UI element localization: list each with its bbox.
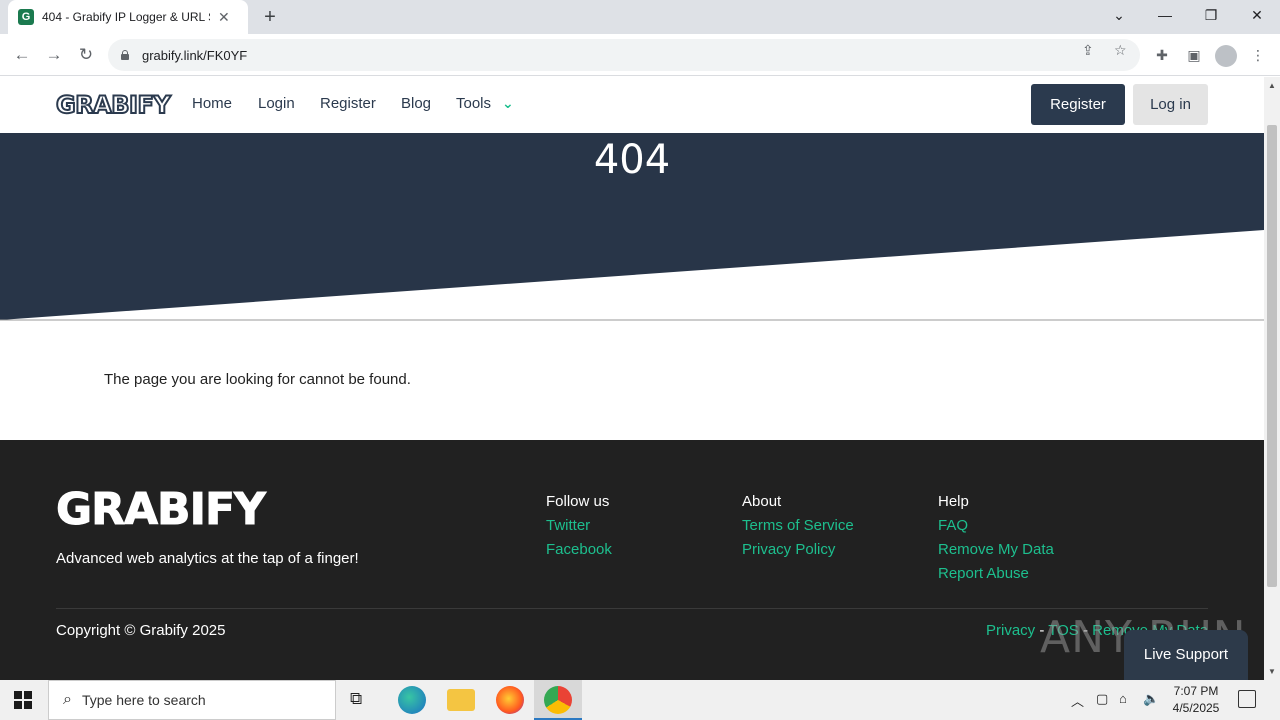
grabify-logo[interactable]: GRABIFY <box>55 90 172 120</box>
edge-browser-icon[interactable] <box>398 686 426 714</box>
tab-title: 404 - Grabify IP Logger & URL Shortener <box>42 10 210 24</box>
footer-logo[interactable]: GRABIFY <box>56 484 267 536</box>
register-button[interactable]: Register <box>1031 84 1125 125</box>
back-arrow-icon[interactable]: ← <box>10 43 34 67</box>
task-view-icon[interactable]: ⧉ <box>350 689 362 709</box>
browser-tab[interactable]: G 404 - Grabify IP Logger & URL Shortene… <box>8 0 248 34</box>
taskbar-clock[interactable]: 7:07 PM 4/5/2025 <box>1168 683 1224 717</box>
address-bar[interactable]: grabify.link/FK0YF <box>108 39 1140 71</box>
minimize-button[interactable]: — <box>1142 0 1188 30</box>
twitter-link[interactable]: Twitter <box>546 517 590 534</box>
follow-us-heading: Follow us <box>546 493 610 510</box>
menu-kebab-icon[interactable]: ⋮ <box>1248 45 1268 65</box>
not-found-message: The page you are looking for cannot be f… <box>104 371 411 388</box>
site-header: GRABIFY Home Login Register Blog Tools ⌄… <box>0 77 1264 133</box>
nav-home-link[interactable]: Home <box>192 95 232 112</box>
clock-time: 7:07 PM <box>1173 684 1219 698</box>
chrome-icon[interactable] <box>544 686 572 714</box>
bookmark-star-icon[interactable]: ☆ <box>1114 42 1127 59</box>
footer-divider <box>56 608 1208 609</box>
page-scrollbar[interactable]: ▲ ▼ <box>1264 77 1280 680</box>
restore-button[interactable]: ❐ <box>1188 0 1234 30</box>
firefox-icon[interactable] <box>496 686 524 714</box>
browser-tab-strip: G 404 - Grabify IP Logger & URL Shortene… <box>0 0 1280 34</box>
tab-search-chevron-icon[interactable]: ⌄ <box>1096 0 1142 30</box>
footer-tagline: Advanced web analytics at the tap of a f… <box>56 550 359 567</box>
clock-date: 4/5/2025 <box>1172 701 1220 715</box>
facebook-link[interactable]: Facebook <box>546 541 612 558</box>
about-heading: About <box>742 493 782 510</box>
page-viewport: GRABIFY Home Login Register Blog Tools ⌄… <box>0 77 1264 680</box>
hero-banner: 404 <box>0 133 1264 321</box>
tray-overflow-chevron-icon[interactable]: ︿ <box>1071 691 1084 710</box>
scroll-up-arrow-icon[interactable]: ▲ <box>1268 81 1276 90</box>
legal-privacy-link[interactable]: Privacy <box>986 622 1035 639</box>
scroll-down-arrow-icon[interactable]: ▼ <box>1268 667 1276 676</box>
browser-toolbar: ← → ↻ grabify.link/FK0YF ⇪ ☆ ✚ ▣ ⋮ <box>0 34 1280 76</box>
copyright-text: Copyright © Grabify 2025 <box>56 622 226 639</box>
forward-arrow-icon[interactable]: → <box>42 43 66 67</box>
taskbar-search-box[interactable]: ⌕ Type here to search <box>48 680 336 720</box>
nav-login-link[interactable]: Login <box>258 95 295 112</box>
close-window-button[interactable]: ✕ <box>1234 0 1280 30</box>
taskbar-search-placeholder: Type here to search <box>81 692 206 708</box>
notifications-icon[interactable] <box>1238 690 1256 708</box>
side-panel-icon[interactable]: ▣ <box>1184 45 1204 65</box>
nav-register-link[interactable]: Register <box>320 95 376 112</box>
extensions-puzzle-icon[interactable]: ✚ <box>1152 45 1172 65</box>
profile-avatar-icon[interactable] <box>1215 45 1237 67</box>
live-support-button[interactable]: Live Support <box>1124 630 1248 680</box>
search-icon: ⌕ <box>63 691 72 708</box>
help-heading: Help <box>938 493 969 510</box>
chevron-down-icon[interactable]: ⌄ <box>502 95 514 112</box>
file-explorer-icon[interactable] <box>447 689 475 711</box>
privacy-policy-link[interactable]: Privacy Policy <box>742 541 835 558</box>
lock-icon[interactable] <box>120 50 130 60</box>
new-tab-button[interactable]: + <box>258 5 282 29</box>
login-button[interactable]: Log in <box>1133 84 1208 125</box>
windows-start-icon[interactable] <box>14 691 32 709</box>
reload-icon[interactable]: ↻ <box>74 43 98 67</box>
terms-of-service-link[interactable]: Terms of Service <box>742 517 854 534</box>
grabify-favicon-icon: G <box>18 9 34 25</box>
report-abuse-link[interactable]: Report Abuse <box>938 565 1029 582</box>
windows-taskbar: ⌕ Type here to search ⧉ ︿ ▢ ⌂ 🔈 7:07 PM … <box>0 680 1280 720</box>
scrollbar-thumb[interactable] <box>1267 125 1277 587</box>
page-title: 404 <box>593 137 671 183</box>
tab-close-icon[interactable]: ✕ <box>218 9 230 26</box>
url-text[interactable]: grabify.link/FK0YF <box>142 48 247 63</box>
volume-icon[interactable]: 🔈 <box>1143 691 1159 707</box>
tray-device-icon[interactable]: ▢ <box>1096 691 1108 707</box>
network-icon[interactable]: ⌂ <box>1119 691 1127 706</box>
share-icon[interactable]: ⇪ <box>1082 42 1094 59</box>
nav-tools-dropdown[interactable]: Tools <box>456 95 491 112</box>
nav-blog-link[interactable]: Blog <box>401 95 431 112</box>
remove-my-data-link[interactable]: Remove My Data <box>938 541 1054 558</box>
faq-link[interactable]: FAQ <box>938 517 968 534</box>
